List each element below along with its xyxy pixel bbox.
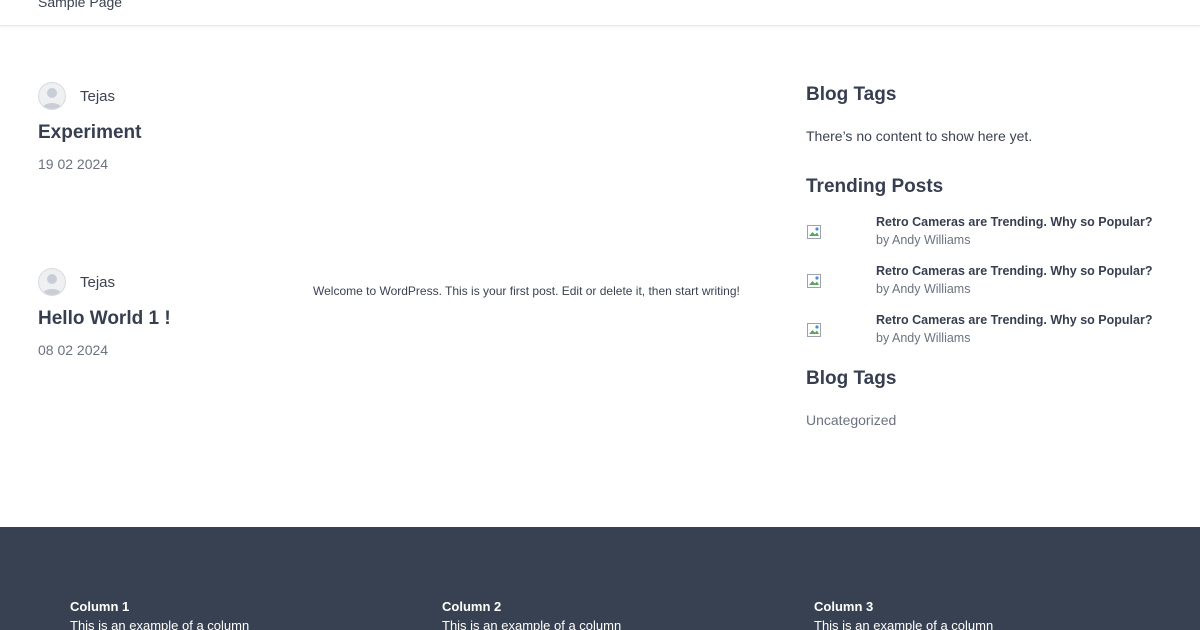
- footer-column-title: Column 1: [70, 599, 130, 614]
- post-author: Tejas: [38, 82, 298, 110]
- nav-link-sample-page[interactable]: Sample Page: [38, 0, 122, 10]
- post-title[interactable]: Experiment: [38, 122, 298, 144]
- footer-column-text: This is an example of a column: [70, 618, 250, 630]
- post-author: Tejas: [38, 268, 298, 296]
- blog-tags-heading: Blog Tags: [806, 84, 897, 105]
- trending-post-title[interactable]: Retro Cameras are Trending. Why so Popul…: [876, 313, 1152, 327]
- footer-column-text: This is an example of a column: [442, 618, 622, 630]
- avatar-icon[interactable]: [38, 82, 66, 110]
- trending-post-author: by Andy Williams: [876, 282, 971, 296]
- trending-post-item[interactable]: Retro Cameras are Trending. Why so Popul…: [806, 313, 1166, 362]
- footer-column-title: Column 2: [442, 599, 502, 614]
- post-card: Tejas Experiment 19 02 2024: [38, 82, 298, 172]
- author-name[interactable]: Tejas: [80, 88, 115, 105]
- trending-posts-heading: Trending Posts: [806, 176, 944, 197]
- post-date: 19 02 2024: [38, 156, 109, 172]
- footer-column: Column 3 This is an example of a column: [814, 599, 1154, 630]
- trending-posts-list: Retro Cameras are Trending. Why so Popul…: [806, 215, 1166, 362]
- blog-tags-empty-text: There’s no content to show here yet.: [806, 128, 1033, 144]
- avatar-icon[interactable]: [38, 268, 66, 296]
- author-name[interactable]: Tejas: [80, 274, 115, 291]
- trending-post-item[interactable]: Retro Cameras are Trending. Why so Popul…: [806, 264, 1166, 313]
- site-header: Sample Page: [0, 0, 1200, 26]
- trending-post-title[interactable]: Retro Cameras are Trending. Why so Popul…: [876, 264, 1152, 278]
- sidebar: Blog Tags There’s no content to show her…: [806, 84, 1166, 428]
- trending-post-author: by Andy Williams: [876, 331, 971, 345]
- site-footer: Column 1 This is an example of a column …: [0, 527, 1200, 630]
- footer-column-title: Column 3: [814, 599, 874, 614]
- broken-image-icon[interactable]: [806, 322, 822, 338]
- trending-post-item[interactable]: Retro Cameras are Trending. Why so Popul…: [806, 215, 1166, 264]
- footer-column-text: This is an example of a column: [814, 618, 994, 630]
- post-excerpt: Welcome to WordPress. This is your first…: [313, 284, 740, 298]
- broken-image-icon[interactable]: [806, 273, 822, 289]
- post-title[interactable]: Hello World 1 !: [38, 308, 298, 330]
- footer-column: Column 1 This is an example of a column: [70, 599, 410, 630]
- footer-column: Column 2 This is an example of a column: [442, 599, 782, 630]
- broken-image-icon[interactable]: [806, 224, 822, 240]
- blog-tags-heading-2: Blog Tags: [806, 368, 897, 389]
- post-date: 08 02 2024: [38, 342, 109, 358]
- trending-post-title[interactable]: Retro Cameras are Trending. Why so Popul…: [876, 215, 1152, 229]
- trending-post-author: by Andy Williams: [876, 233, 971, 247]
- tag-link-uncategorized[interactable]: Uncategorized: [806, 412, 1166, 428]
- post-card: Tejas Hello World 1 ! 08 02 2024: [38, 268, 298, 358]
